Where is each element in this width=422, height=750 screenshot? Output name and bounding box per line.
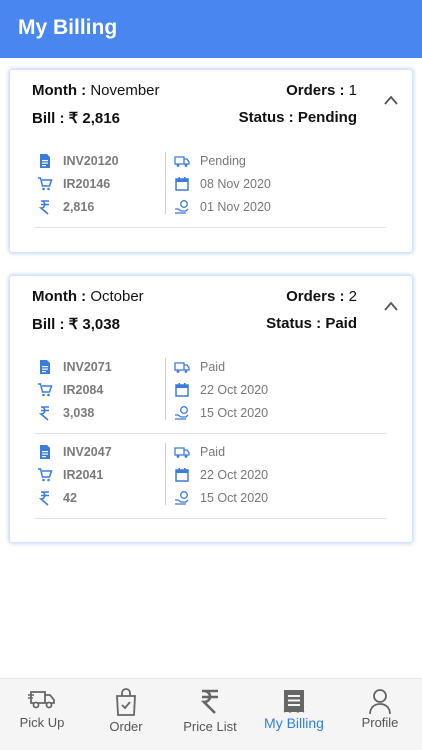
cart-icon [38,468,53,482]
calendar-icon [175,468,189,482]
calendar-icon [175,177,189,191]
rupee-icon [38,491,49,506]
invoice-date: 22 Oct 2020 [200,383,269,397]
bill-label: Bill : [32,110,65,127]
invoice-date: 22 Oct 2020 [200,468,269,482]
month-label: Month : [32,288,87,305]
invoice-row: INV2071 IR2084 3,038 Paid 22 Oct 2020 15… [34,354,386,434]
invoice-number: INV20120 [63,154,119,168]
nav-item-profile[interactable]: Profile [338,679,422,750]
row-divider [34,227,386,228]
divider [165,443,166,505]
page-title: My Billing [18,16,118,39]
invoice-row: INV2047 IR2041 42 Paid 22 Oct 2020 15 Oc… [34,439,386,519]
document-icon [40,154,50,168]
status-label: Status : [238,109,294,126]
receipt-icon [283,690,305,713]
chevron-up-icon[interactable] [384,95,398,105]
delivery-truck-icon [174,156,190,167]
status-value: Pending [297,109,357,126]
app-bar: My Billing [0,0,422,58]
cart-icon [38,383,53,397]
nav-item-price-list[interactable]: Price List [168,679,252,750]
row-divider [34,518,386,519]
order-number: IR2084 [63,383,104,397]
month-value: October [90,288,144,305]
cart-icon [38,177,53,191]
delivery-truck-icon [174,447,190,458]
nav-item-my-billing[interactable]: My Billing [252,679,336,750]
rupee-icon [38,200,49,215]
divider [165,358,166,420]
rupee-icon [38,406,49,421]
bill-value: ₹ 2,816 [68,110,120,127]
payment-date: 15 Oct 2020 [200,406,269,420]
invoice-row: INV20120 IR20146 2,816 Pending 08 Nov 20… [34,148,386,228]
invoice-number: INV2071 [63,360,112,374]
document-icon [40,360,50,374]
bottom-navigation: Pick Up Order Price List My Billing Prof… [0,678,422,750]
delivery-truck-icon [174,362,190,373]
person-icon [369,689,391,715]
rupee-icon [200,689,218,714]
payment-status: Pending [200,154,246,168]
order-number: IR20146 [63,177,111,191]
status-label: Status : [266,315,322,332]
invoice-date: 08 Nov 2020 [200,177,271,191]
nav-label: Profile [361,715,399,730]
order-number: IR2041 [63,468,104,482]
amount-value: 42 [63,491,77,505]
status-value: Paid [325,315,357,332]
payment-date: 01 Nov 2020 [200,200,271,214]
document-icon [40,445,50,459]
nav-item-order[interactable]: Order [84,679,168,750]
payment-date: 15 Oct 2020 [200,491,269,505]
row-divider [34,433,386,434]
shopping-bag-icon [116,688,136,716]
nav-label: Pick Up [19,715,65,730]
nav-label: My Billing [264,715,324,731]
bill-value: ₹ 3,038 [68,316,120,333]
billing-card-november[interactable]: Month : November Orders : 1 Bill : ₹ 2,8… [9,69,413,253]
orders-value: 2 [348,288,357,305]
orders-value: 1 [348,82,357,99]
amount-value: 3,038 [63,406,95,420]
invoice-number: INV2047 [63,445,112,459]
month-value: November [90,82,160,99]
hand-payment-icon [175,200,189,214]
month-label: Month : [32,82,87,99]
payment-status: Paid [200,445,226,459]
calendar-icon [175,383,189,397]
hand-payment-icon [175,491,189,505]
orders-label: Orders : [286,288,345,305]
orders-label: Orders : [286,82,345,99]
payment-status: Paid [200,360,226,374]
hand-payment-icon [175,406,189,420]
divider [165,152,166,214]
bill-label: Bill : [32,316,65,333]
nav-label: Order [109,719,143,734]
nav-item-pickup[interactable]: Pick Up [0,679,84,750]
billing-card-october[interactable]: Month : October Orders : 2 Bill : ₹ 3,03… [9,275,413,543]
amount-value: 2,816 [63,200,95,214]
chevron-up-icon[interactable] [384,301,398,311]
nav-label: Price List [183,719,237,734]
truck-icon [28,691,55,709]
